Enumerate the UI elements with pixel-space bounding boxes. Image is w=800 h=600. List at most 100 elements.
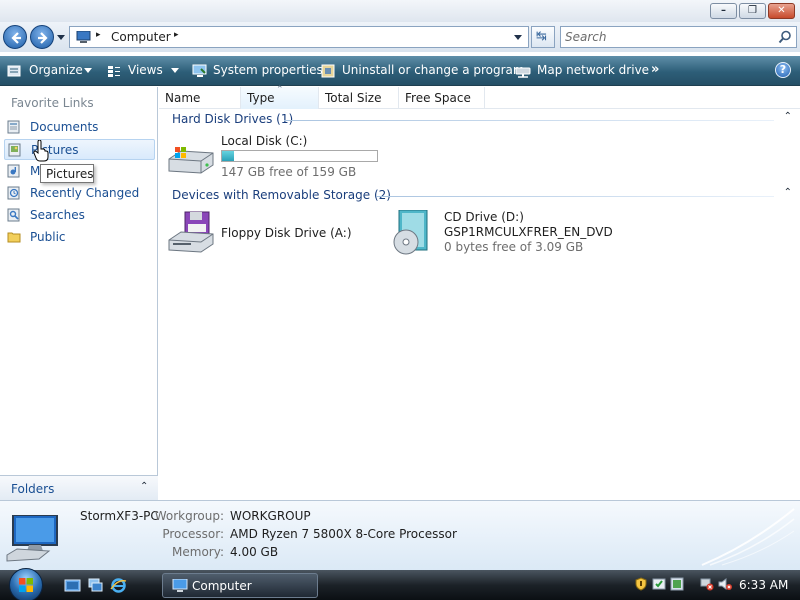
workgroup-value: WORKGROUP xyxy=(230,509,311,523)
drive-name: Floppy Disk Drive (A:) xyxy=(221,226,352,240)
breadcrumb-separator[interactable]: ▸ xyxy=(96,30,101,40)
back-button[interactable] xyxy=(3,25,27,49)
system-properties-button[interactable]: System properties xyxy=(192,56,323,86)
group-header-removable[interactable]: Devices with Removable Storage (2) ⌃ xyxy=(172,187,792,204)
organize-icon xyxy=(7,65,21,77)
computer-icon xyxy=(76,31,91,43)
clock[interactable]: 6:33 AM xyxy=(739,578,788,592)
group-header-hard-disk[interactable]: Hard Disk Drives (1) ⌃ xyxy=(172,111,792,128)
network-drive-icon xyxy=(515,67,531,78)
address-bar[interactable]: ▸ Computer ▸ xyxy=(69,26,529,48)
workgroup-label: Workgroup: xyxy=(154,509,224,523)
more-commands-button[interactable]: » xyxy=(651,62,659,77)
pictures-icon xyxy=(8,143,21,157)
computer-icon xyxy=(6,515,58,562)
switch-windows-icon[interactable] xyxy=(87,577,104,594)
forward-button[interactable] xyxy=(30,25,54,49)
chevron-up-icon[interactable]: ⌃ xyxy=(784,111,792,122)
drive-floppy-a[interactable]: Floppy Disk Drive (A:) xyxy=(167,210,377,256)
show-desktop-icon[interactable] xyxy=(64,577,81,594)
map-network-drive-button[interactable]: Map network drive xyxy=(515,56,649,86)
favorite-links-heading: Favorite Links xyxy=(11,96,94,110)
file-list: Name Type Total Size Free Space ⌃ Hard D… xyxy=(159,85,800,500)
drive-free-space: 0 bytes free of 3.09 GB xyxy=(444,240,584,254)
windows-defender-icon[interactable] xyxy=(652,577,666,591)
column-free-space[interactable]: Free Space xyxy=(399,87,485,109)
title-bar: – ❐ ✕ xyxy=(0,0,800,22)
refresh-icon: ↹ xyxy=(536,29,547,44)
drive-local-disk-c[interactable]: Local Disk (C:) 147 GB free of 159 GB xyxy=(167,134,387,180)
forward-arrow-icon xyxy=(38,32,48,44)
processor-value: AMD Ryzen 7 5800X 8-Core Processor xyxy=(230,527,457,541)
maximize-button[interactable]: ❐ xyxy=(739,3,766,19)
nav-item-searches[interactable]: Searches xyxy=(4,205,155,226)
security-shield-icon[interactable] xyxy=(634,577,648,591)
help-icon[interactable]: ? xyxy=(775,62,791,78)
column-name[interactable]: Name xyxy=(159,87,241,109)
uninstall-program-button[interactable]: Uninstall or change a program xyxy=(320,56,525,86)
breadcrumb-computer[interactable]: Computer xyxy=(111,30,171,44)
floppy-drive-icon xyxy=(168,211,214,253)
decorative-swoosh xyxy=(701,508,795,566)
recently-changed-icon xyxy=(7,186,20,200)
address-history-dropdown[interactable] xyxy=(514,35,522,40)
search-input[interactable] xyxy=(565,29,765,45)
tooltip: Pictures xyxy=(40,164,94,183)
drive-free-space: 147 GB free of 159 GB xyxy=(221,165,357,179)
hand-cursor-icon xyxy=(33,140,49,162)
start-button[interactable] xyxy=(9,568,43,600)
system-properties-icon xyxy=(192,64,207,77)
details-pane: StormXF3-PC Workgroup: WORKGROUP Process… xyxy=(0,500,800,570)
chevron-up-icon[interactable]: ⌃ xyxy=(784,187,792,198)
computer-icon xyxy=(172,579,188,592)
nav-item-recently-changed[interactable]: Recently Changed xyxy=(4,183,155,204)
nav-item-documents[interactable]: Documents xyxy=(4,117,155,138)
chevron-up-icon[interactable]: ⌃ xyxy=(140,481,148,492)
views-icon xyxy=(108,66,120,77)
hard-disk-icon xyxy=(168,147,214,174)
navigation-pane: Favorite Links Documents Pictures Music … xyxy=(0,87,158,500)
documents-icon xyxy=(7,120,20,134)
drive-name: CD Drive (D:) xyxy=(444,210,524,224)
sort-indicator-icon: ⌃ xyxy=(276,85,284,95)
programs-icon xyxy=(321,64,335,78)
memory-value: 4.00 GB xyxy=(230,545,279,559)
organize-button[interactable]: Organize xyxy=(6,56,92,86)
internet-explorer-icon[interactable] xyxy=(110,577,127,594)
drive-volume-label: GSP1RMCULXFRER_EN_DVD xyxy=(444,225,613,239)
cd-drive-icon xyxy=(393,210,428,255)
memory-label: Memory: xyxy=(172,545,224,559)
column-total-size[interactable]: Total Size xyxy=(319,87,399,109)
searches-icon xyxy=(7,208,20,222)
refresh-button[interactable]: ↹ xyxy=(531,26,555,48)
group-divider xyxy=(284,120,774,121)
group-divider xyxy=(376,196,774,197)
volume-muted-icon[interactable] xyxy=(718,577,732,591)
drive-cd-d[interactable]: CD Drive (D:) GSP1RMCULXFRER_EN_DVD 0 by… xyxy=(389,210,629,256)
chevron-down-icon xyxy=(84,68,92,73)
drive-name: Local Disk (C:) xyxy=(221,134,308,148)
capacity-bar xyxy=(221,150,378,162)
command-bar: Organize Views System properties Uninsta… xyxy=(0,56,800,86)
folders-label: Folders xyxy=(11,482,55,496)
minimize-button[interactable]: – xyxy=(710,3,737,19)
capacity-bar-fill xyxy=(222,151,234,161)
music-icon xyxy=(7,164,20,178)
nav-item-public[interactable]: Public xyxy=(4,227,155,248)
taskbar-button-computer[interactable]: Computer xyxy=(162,573,318,598)
chevron-down-icon xyxy=(171,68,179,73)
network-disconnected-icon[interactable] xyxy=(700,577,714,591)
breadcrumb-separator[interactable]: ▸ xyxy=(174,30,179,40)
search-icon[interactable] xyxy=(778,30,792,44)
folders-bar[interactable]: Folders ⌃ xyxy=(0,475,158,500)
views-button[interactable]: Views xyxy=(106,56,182,86)
folder-icon xyxy=(7,232,21,243)
windows-logo-icon xyxy=(19,578,33,592)
recent-pages-dropdown[interactable] xyxy=(57,35,65,40)
column-headers: Name Type Total Size Free Space ⌃ xyxy=(159,85,800,109)
processor-label: Processor: xyxy=(162,527,224,541)
network-status-icon[interactable] xyxy=(670,577,684,591)
search-box[interactable] xyxy=(560,26,797,48)
close-button[interactable]: ✕ xyxy=(768,3,795,19)
nav-item-pictures[interactable]: Pictures xyxy=(4,139,155,160)
